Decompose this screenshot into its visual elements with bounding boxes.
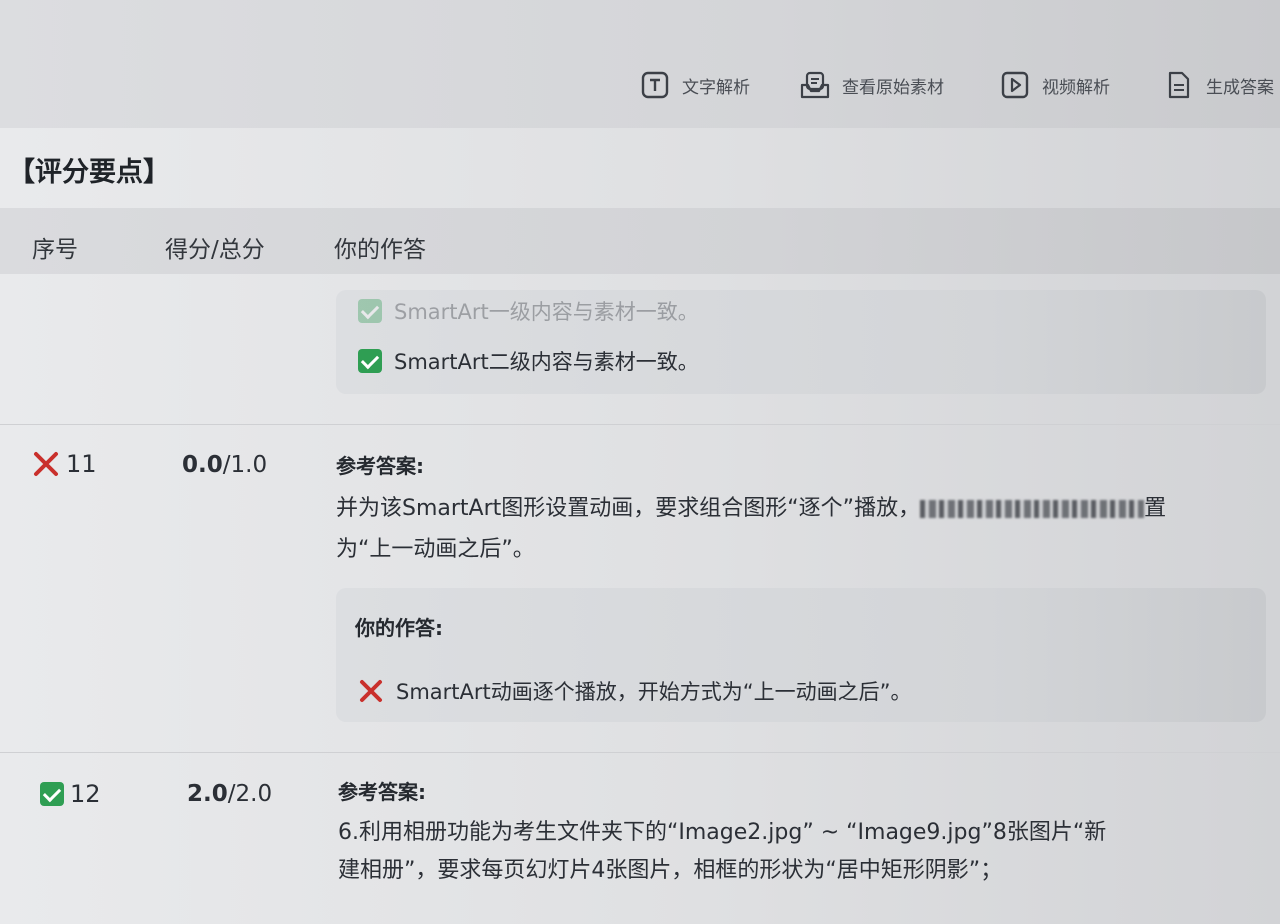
view-material-label: 查看原始素材: [842, 77, 944, 98]
video-analysis-label: 视频解析: [1042, 77, 1110, 98]
row-divider: [0, 752, 1280, 753]
reference-answer-line: 并为该SmartArt图形设置动画，要求组合图形“逐个”播放，置: [336, 496, 1167, 521]
header-index: 序号: [32, 237, 78, 263]
row-divider: [0, 424, 1280, 425]
score: 0.0/1.0: [182, 452, 268, 478]
text-icon: [640, 70, 670, 100]
reference-answer-line: 为“上一动画之后”。: [336, 537, 535, 562]
row-number: 11: [32, 450, 97, 478]
video-play-icon: [1000, 70, 1030, 100]
list-item: SmartArt动画逐个播放，开始方式为“上一动画之后”。: [358, 676, 912, 706]
reference-answer-line: 建相册”，要求每页幻灯片4张图片，相框的形状为“居中矩形阴影”；: [338, 858, 1003, 883]
check-icon: [40, 782, 64, 806]
header-score-total: 得分/总分: [165, 237, 265, 263]
item-text: SmartArt一级内容与素材一致。: [394, 300, 699, 324]
item-text: SmartArt动画逐个播放，开始方式为“上一动画之后”。: [396, 680, 912, 704]
blurred-text: [920, 500, 1145, 518]
reference-answer-line: 6.利用相册功能为考生文件夹下的“Image2.jpg” ~ “Image9.j…: [338, 820, 1107, 845]
top-toolbar: 文字解析 查看原始素材 视频解析 生成答案: [0, 0, 1280, 128]
row-number: 12: [40, 780, 101, 808]
header-your-answer: 你的作答: [334, 237, 426, 263]
wrong-icon: [360, 680, 382, 702]
reference-answer-label: 参考答案:: [338, 780, 426, 804]
item-text: SmartArt二级内容与素材一致。: [394, 350, 699, 374]
list-item: SmartArt二级内容与素材一致。: [358, 346, 699, 376]
video-analysis-button[interactable]: 视频解析: [1000, 70, 1110, 100]
list-item: SmartArt一级内容与素材一致。: [358, 296, 699, 326]
table-header: 序号 得分/总分 你的作答: [0, 208, 1280, 274]
material-icon: [800, 70, 830, 100]
check-icon: [358, 299, 382, 323]
document-icon: [1164, 70, 1194, 100]
text-analysis-button[interactable]: 文字解析: [640, 70, 750, 100]
score: 2.0/2.0: [187, 781, 273, 807]
your-answer-label: 你的作答:: [355, 616, 443, 640]
reference-answer-label: 参考答案:: [336, 454, 424, 478]
text-analysis-label: 文字解析: [682, 77, 750, 98]
generate-answer-label: 生成答案: [1206, 77, 1274, 98]
generate-answer-button[interactable]: 生成答案: [1164, 70, 1274, 100]
view-material-button[interactable]: 查看原始素材: [800, 70, 944, 100]
wrong-icon: [34, 452, 58, 476]
check-icon: [358, 349, 382, 373]
section-title: 【评分要点】: [8, 157, 170, 188]
